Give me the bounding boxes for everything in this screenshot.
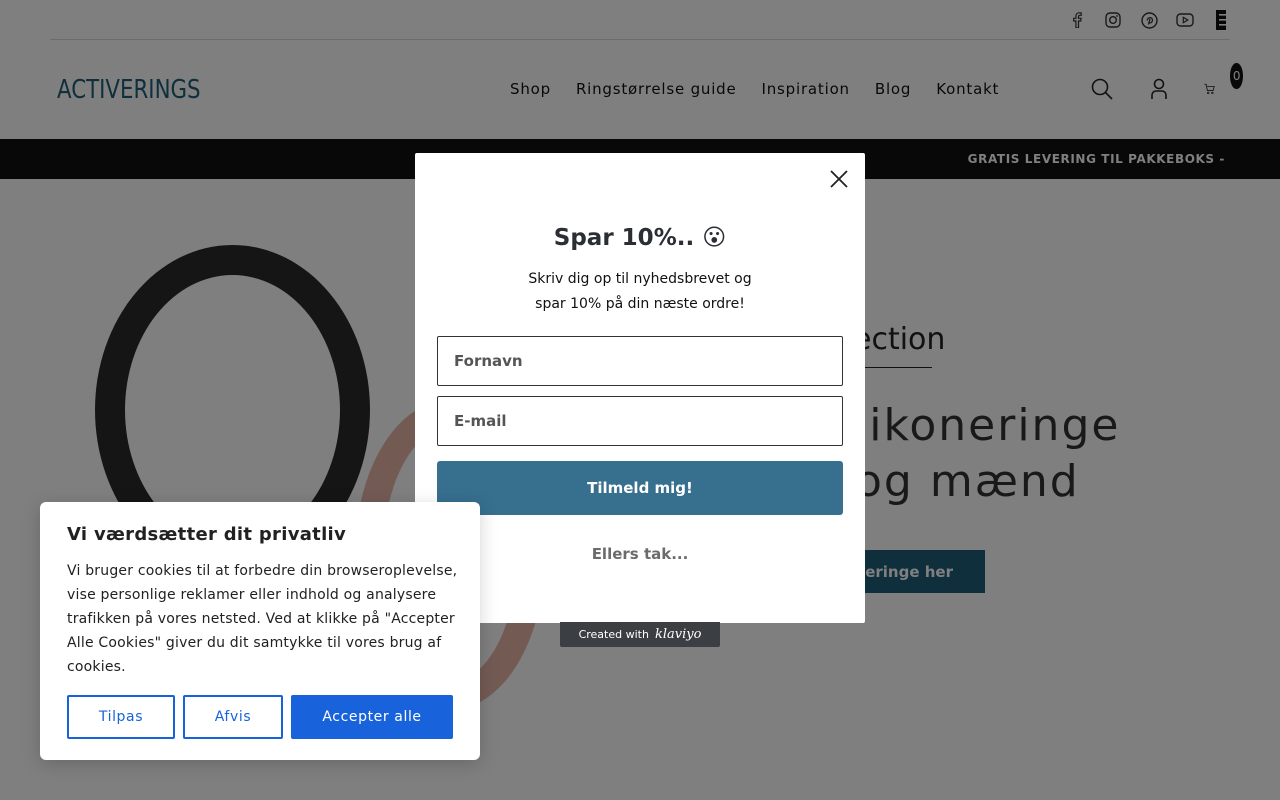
subscribe-button[interactable]: Tilmeld mig!	[437, 461, 843, 515]
close-icon[interactable]	[827, 167, 851, 191]
decline-link[interactable]: Ellers tak...	[415, 545, 865, 563]
email-field[interactable]	[437, 396, 843, 446]
popup-title: Spar 10%.. 😮	[553, 225, 727, 251]
newsletter-popup: Spar 10%.. 😮 Skriv dig op til nyhedsbrev…	[415, 153, 865, 623]
cookie-title: Vi værdsætter dit privatliv	[67, 524, 347, 545]
popup-subtitle-line1: Skriv dig op til nyhedsbrevet og	[528, 271, 752, 287]
firstname-field[interactable]	[437, 336, 843, 386]
klaviyo-logo: klaviyo	[654, 627, 702, 642]
created-with-text: Created with	[578, 628, 649, 641]
cookie-accept-button[interactable]: Accepter alle	[291, 695, 453, 739]
cookie-text: Vi bruger cookies til at forbedre din br…	[67, 563, 458, 675]
popup-subtitle-line2: spar 10% på din næste ordre!	[535, 296, 745, 312]
cookie-banner: Vi værdsætter dit privatliv Vi bruger co…	[40, 502, 480, 760]
cookie-reject-button[interactable]: Afvis	[183, 695, 283, 739]
klaviyo-badge[interactable]: Created with klaviyo	[560, 622, 720, 647]
popup-subtitle: Skriv dig op til nyhedsbrevet og spar 10…	[415, 267, 865, 317]
cookie-customize-button[interactable]: Tilpas	[67, 695, 175, 739]
